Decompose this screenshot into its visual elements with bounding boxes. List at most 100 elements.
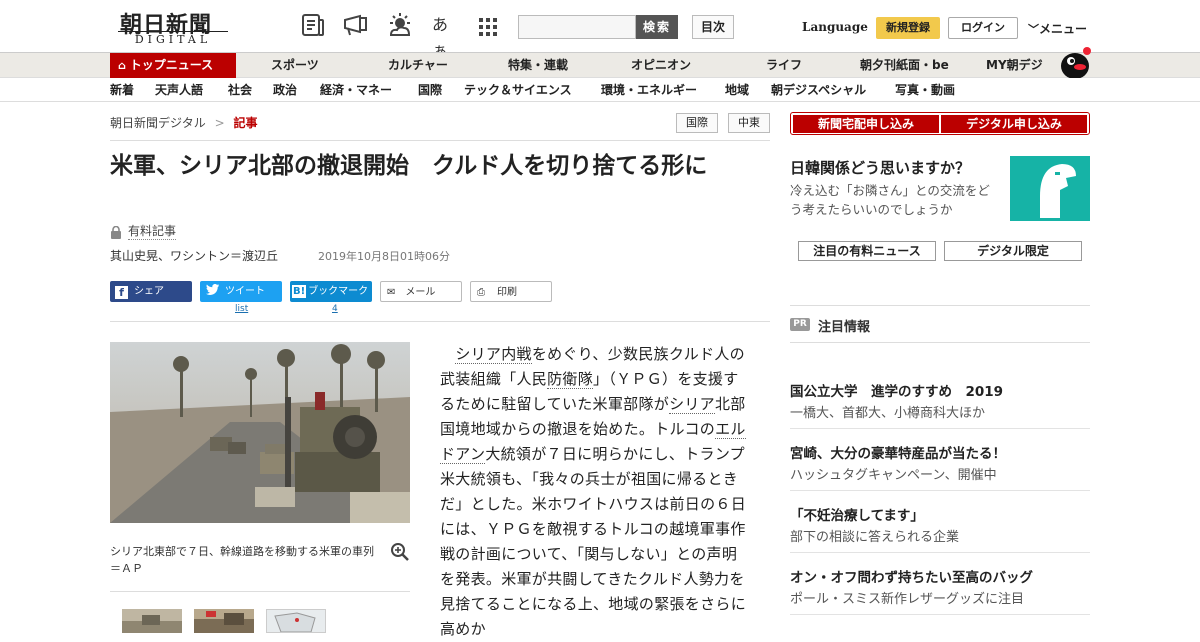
- divider: [790, 342, 1090, 343]
- nav-item-opinion[interactable]: オピニオン: [631, 53, 691, 78]
- photo-caption: シリア北東部で７日、幹線道路を移動する米軍の車列＝ＡＰ: [110, 545, 374, 575]
- twitter-count[interactable]: list: [235, 304, 248, 314]
- pr-section-title: 注目情報: [818, 320, 871, 335]
- subscribe-newspaper-button[interactable]: 新聞宅配申し込み: [793, 115, 939, 133]
- nav2-item-region[interactable]: 地域: [725, 78, 749, 102]
- print-button[interactable]: ⎙ 印刷: [470, 281, 552, 302]
- pr-item-sub[interactable]: 部下の相談に答えられる企業: [790, 526, 959, 545]
- divider: [790, 614, 1090, 615]
- article-headline: 米軍、シリア北部の撤退開始 クルド人を切り捨てる形に: [110, 153, 708, 179]
- nav2-item-international[interactable]: 国際: [418, 78, 442, 102]
- chevron-down-icon: ﹀: [1028, 23, 1039, 36]
- article-byline: 其山史晃、ワシントン＝渡辺丘: [110, 249, 279, 263]
- toc-button[interactable]: 目次: [692, 15, 734, 39]
- hatena-icon: B!: [292, 285, 307, 298]
- pr-item-title[interactable]: 宮崎、大分の豪華特産品が当たる！: [790, 442, 1006, 462]
- twitter-share-button[interactable]: ツイート: [200, 281, 282, 302]
- breadcrumb-current: 記事: [233, 116, 258, 130]
- keyword-link[interactable]: 防衛隊: [547, 370, 594, 389]
- pr-item-title[interactable]: オン・オフ問わず持ちたい至高のバッグ: [790, 566, 1033, 586]
- nav-item-sports[interactable]: スポーツ: [271, 53, 319, 78]
- menu-button[interactable]: ﹀メニュー: [1028, 20, 1087, 37]
- register-button[interactable]: 新規登録: [876, 17, 940, 39]
- divider: [110, 321, 770, 322]
- login-button[interactable]: ログイン: [948, 17, 1018, 39]
- nav-label: トップニュース: [129, 58, 214, 72]
- paid-article-label[interactable]: 有料記事: [128, 222, 177, 240]
- body-text: 大統領が７日に明らかにし、トランプ米大統領も、「我々の兵士が祖国に帰るときだ」と…: [440, 445, 747, 638]
- site-logo-sub[interactable]: DIGITAL: [118, 31, 228, 46]
- nav-item-culture[interactable]: カルチャー: [388, 53, 448, 78]
- primary-nav: ⌂ トップニュース スポーツ カルチャー 特集・連載 オピニオン ライフ 朝夕刊…: [0, 47, 1200, 79]
- breadcrumb-home[interactable]: 朝日新聞デジタル: [110, 116, 206, 130]
- language-link[interactable]: Language: [802, 20, 868, 34]
- featured-paid-news-button[interactable]: 注目の有料ニュース: [798, 241, 936, 261]
- nav2-item-society[interactable]: 社会: [228, 78, 252, 102]
- divider: [790, 490, 1090, 491]
- breadcrumb-separator: >: [214, 116, 225, 130]
- digital-limited-button[interactable]: デジタル限定: [944, 241, 1082, 261]
- nav2-item-tech[interactable]: テック＆サイエンス: [464, 78, 572, 102]
- subscribe-box: 新聞宅配申し込み デジタル申し込み: [790, 112, 1090, 135]
- lock-icon: [110, 224, 122, 239]
- megaphone-icon[interactable]: [342, 12, 368, 38]
- keyword-link[interactable]: シリア: [669, 395, 715, 414]
- search-input[interactable]: [518, 15, 636, 39]
- mail-icon: ✉: [387, 287, 396, 298]
- menu-label: メニュー: [1039, 22, 1088, 36]
- subscribe-digital-button[interactable]: デジタル申し込み: [941, 115, 1087, 133]
- bookmark-label: ブックマーク: [308, 286, 369, 297]
- nav2-item-photo-video[interactable]: 写真・動画: [895, 78, 955, 102]
- ad-text[interactable]: 冷え込む「お隣さん」との交流をどう考えたらいいのでしょうか: [790, 181, 1002, 219]
- pr-item-sub[interactable]: ハッシュタグキャンペーン、開催中: [790, 464, 997, 483]
- nav2-item-environment[interactable]: 環境・エネルギー: [601, 78, 697, 102]
- tag-international[interactable]: 国際: [676, 113, 718, 133]
- breadcrumb: 朝日新聞デジタル > 記事: [110, 114, 258, 131]
- nav2-item-economy[interactable]: 経済・マネー: [320, 78, 392, 102]
- print-label: 印刷: [497, 287, 517, 298]
- divider: [790, 552, 1090, 553]
- nav2-item-new[interactable]: 新着: [110, 78, 134, 102]
- tag-middle-east[interactable]: 中東: [728, 113, 770, 133]
- nav-item-top-news[interactable]: ⌂ トップニュース: [110, 53, 236, 78]
- font-size-icon[interactable]: あぁ: [432, 12, 458, 60]
- zoom-icon[interactable]: [390, 542, 410, 562]
- article-body: シリア内戦をめぐり、少数民族クルド人の武装組織「人民防衛隊」（ＹＰＧ）を支援する…: [440, 342, 746, 642]
- secondary-nav: 新着 天声人語 社会 政治 経済・マネー 国際 テック＆サイエンス 環境・エネル…: [0, 78, 1200, 102]
- hatena-count[interactable]: 4: [332, 304, 338, 314]
- nav2-item-politics[interactable]: 政治: [273, 78, 297, 102]
- mail-share-button[interactable]: ✉ メール: [380, 281, 462, 302]
- home-icon: ⌂: [118, 59, 130, 72]
- nav-item-paper[interactable]: 朝夕刊紙面・be: [860, 53, 949, 78]
- hatena-bookmark-button[interactable]: B! ブックマーク: [290, 281, 372, 302]
- map-thumbnail[interactable]: [266, 609, 326, 633]
- nav2-item-tenseijingo[interactable]: 天声人語: [155, 78, 203, 102]
- photo-thumbnail[interactable]: [122, 609, 182, 633]
- mascot-icon[interactable]: [1058, 45, 1094, 79]
- keyword-link[interactable]: シリア内戦: [455, 345, 532, 364]
- nav-item-life[interactable]: ライフ: [766, 53, 802, 78]
- apps-grid-icon[interactable]: [478, 12, 504, 38]
- article-photo[interactable]: [110, 342, 410, 523]
- ad-image[interactable]: [1010, 156, 1090, 221]
- nav2-item-special[interactable]: 朝デジスペシャル: [771, 78, 866, 102]
- pr-item-title[interactable]: 国公立大学 進学のすすめ 2019: [790, 380, 1003, 400]
- site-header: 朝日新聞 DIGITAL あぁ 検索 目次 Language 新規登録 ログイン…: [0, 0, 1200, 60]
- divider: [110, 140, 770, 141]
- pr-item-sub[interactable]: ポール・スミス新作レザーグッズに注目: [790, 588, 1024, 607]
- pr-item-title[interactable]: 「不妊治療してます」: [790, 504, 924, 524]
- facebook-share-button[interactable]: f シェア: [110, 281, 192, 302]
- mail-label: メール: [405, 287, 436, 298]
- nav-item-features[interactable]: 特集・連載: [508, 53, 568, 78]
- print-icon: ⎙: [477, 287, 485, 298]
- ad-title[interactable]: 日韓関係どう思いますか？: [790, 157, 970, 178]
- photo-thumbnail[interactable]: [194, 609, 254, 633]
- search-button[interactable]: 検索: [636, 15, 678, 39]
- nav-item-my-asadigi[interactable]: MY朝デジ: [986, 53, 1043, 78]
- facebook-icon: f: [115, 286, 128, 299]
- pr-item-sub[interactable]: 一橋大、首都大、小樽商科大ほか: [790, 402, 985, 421]
- twitter-icon: [206, 281, 219, 302]
- newspaper-icon[interactable]: [300, 12, 326, 38]
- weather-icon[interactable]: [386, 12, 412, 38]
- article-date: 2019年10月8日01時06分: [318, 250, 450, 263]
